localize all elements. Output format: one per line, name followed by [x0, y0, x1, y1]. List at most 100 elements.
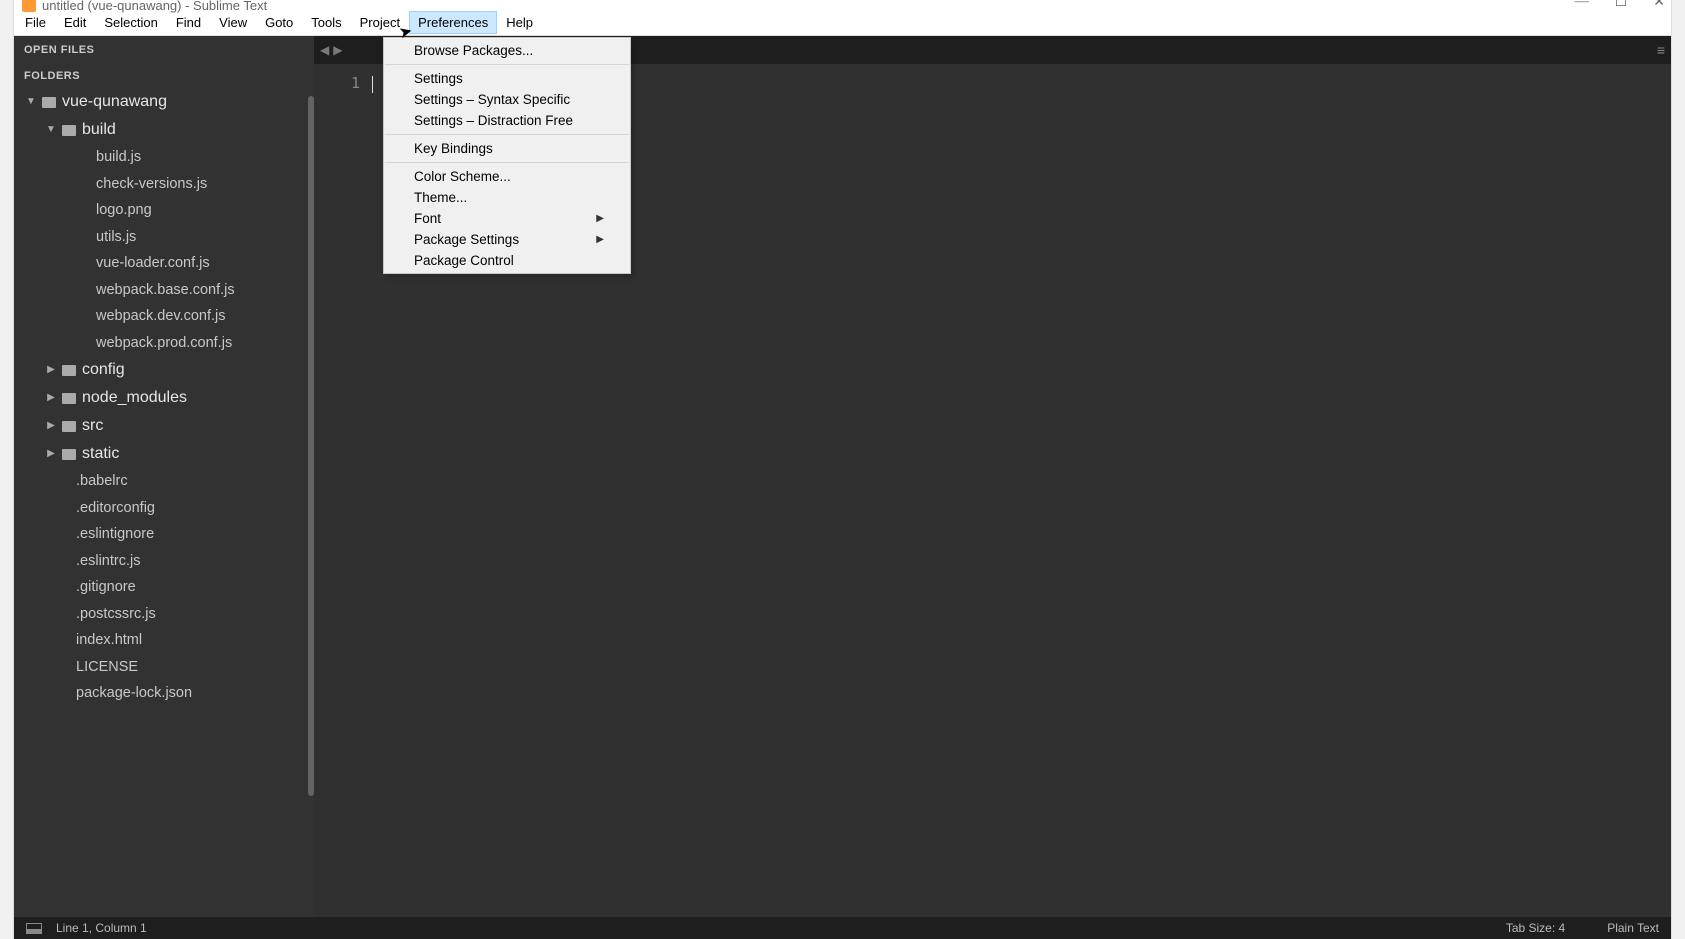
menu-item-theme[interactable]: Theme...	[384, 187, 630, 208]
submenu-arrow-icon: ▶	[596, 213, 604, 224]
file-webpack-prod-conf-js[interactable]: webpack.prod.conf.js	[20, 330, 308, 357]
tree-item-label: build.js	[96, 150, 141, 165]
menu-preferences[interactable]: Preferences	[409, 11, 497, 34]
file-gitignore[interactable]: .gitignore	[20, 574, 308, 601]
tree-item-label: .babelrc	[76, 474, 128, 489]
window-title: untitled (vue-qunawang) - Sublime Text	[42, 0, 267, 13]
file-utils-js[interactable]: utils.js	[20, 224, 308, 251]
minimize-button[interactable]: —	[1575, 0, 1589, 11]
folder-icon	[42, 97, 56, 108]
chevron-right-icon[interactable]: ▶	[46, 421, 56, 431]
menu-item-color-scheme[interactable]: Color Scheme...	[384, 166, 630, 187]
tree-item-label: logo.png	[96, 203, 152, 218]
file-package-lock-json[interactable]: package-lock.json	[20, 680, 308, 707]
tab-forward-icon[interactable]: ▶	[333, 43, 342, 57]
file-index-html[interactable]: index.html	[20, 627, 308, 654]
text-cursor	[372, 76, 373, 93]
tree-item-label: static	[82, 446, 119, 462]
gutter-line-number: 1	[314, 74, 360, 92]
menu-item-settings-syntax-specific[interactable]: Settings – Syntax Specific	[384, 89, 630, 110]
menu-view[interactable]: View	[210, 11, 256, 34]
chevron-right-icon[interactable]: ▶	[46, 365, 56, 375]
tree-item-label: config	[82, 362, 125, 378]
menu-tools[interactable]: Tools	[302, 11, 350, 34]
menu-item-font[interactable]: Font▶	[384, 208, 630, 229]
menu-separator	[385, 64, 629, 65]
file-eslintrc-js[interactable]: .eslintrc.js	[20, 548, 308, 575]
folder-tree: ▼ vue-qunawang ▼build build.js check-version…	[14, 88, 314, 717]
menu-item-settings[interactable]: Settings	[384, 68, 630, 89]
menu-item-key-bindings[interactable]: Key Bindings	[384, 138, 630, 159]
folder-static[interactable]: ▶ static	[20, 440, 308, 468]
menu-item-label: Settings	[414, 71, 463, 86]
menu-item-settings-distraction-free[interactable]: Settings – Distraction Free	[384, 110, 630, 131]
tree-item-label: vue-qunawang	[62, 94, 167, 110]
tree-item-label: node_modules	[82, 390, 187, 406]
menu-help[interactable]: Help	[497, 11, 542, 34]
menu-item-label: Settings – Distraction Free	[414, 113, 573, 128]
status-position[interactable]: Line 1, Column 1	[56, 921, 147, 935]
folder-config[interactable]: ▶ config	[20, 356, 308, 384]
tree-item-label: LICENSE	[76, 660, 138, 675]
tree-item-label: .gitignore	[76, 580, 136, 595]
status-syntax[interactable]: Plain Text	[1607, 921, 1659, 935]
tree-item-label: index.html	[76, 633, 142, 648]
menu-item-package-control[interactable]: Package Control	[384, 250, 630, 271]
maximize-button[interactable]: ☐	[1615, 0, 1628, 11]
file-webpack-base-conf-js[interactable]: webpack.base.conf.js	[20, 277, 308, 304]
chevron-down-icon[interactable]: ▼	[26, 97, 36, 107]
menu-edit[interactable]: Edit	[55, 11, 95, 34]
chevron-right-icon[interactable]: ▶	[46, 449, 56, 459]
close-button[interactable]: ✕	[1653, 0, 1665, 11]
file-build-js[interactable]: build.js	[20, 144, 308, 171]
folder-vue-qunawang[interactable]: ▼ vue-qunawang	[20, 88, 308, 116]
open-files-heading: OPEN FILES	[14, 36, 314, 62]
statusbar: Line 1, Column 1 Tab Size: 4 Plain Text	[14, 917, 1671, 939]
file-logo-png[interactable]: logo.png	[20, 197, 308, 224]
menu-item-label: Theme...	[414, 190, 467, 205]
tree-item-label: .postcssrc.js	[76, 607, 156, 622]
file-eslintignore[interactable]: .eslintignore	[20, 521, 308, 548]
menu-item-label: Color Scheme...	[414, 169, 511, 184]
tree-item-label: webpack.dev.conf.js	[96, 309, 226, 324]
menu-file[interactable]: File	[16, 11, 55, 34]
folder-icon	[62, 365, 76, 376]
tree-item-label: webpack.base.conf.js	[96, 283, 235, 298]
menu-item-browse-packages[interactable]: Browse Packages...	[384, 40, 630, 61]
menu-item-package-settings[interactable]: Package Settings▶	[384, 229, 630, 250]
folder-icon	[62, 449, 76, 460]
tab-back-icon[interactable]: ◀	[320, 43, 329, 57]
folders-heading: FOLDERS	[14, 62, 314, 88]
folder-icon	[62, 421, 76, 432]
line-gutter: 1	[314, 64, 370, 917]
tab-list-icon[interactable]: ≡	[1657, 42, 1665, 58]
titlebar[interactable]: untitled (vue-qunawang) - Sublime Text —…	[14, 0, 1671, 10]
panel-switch-icon[interactable]	[26, 923, 42, 934]
file-postcssrc-js[interactable]: .postcssrc.js	[20, 601, 308, 628]
file-vue-loader-conf-js[interactable]: vue-loader.conf.js	[20, 250, 308, 277]
menu-find[interactable]: Find	[167, 11, 210, 34]
menu-goto[interactable]: Goto	[256, 11, 302, 34]
menu-item-label: Settings – Syntax Specific	[414, 92, 570, 107]
chevron-right-icon[interactable]: ▶	[46, 393, 56, 403]
file-babelrc[interactable]: .babelrc	[20, 468, 308, 495]
file-license[interactable]: LICENSE	[20, 654, 308, 681]
folder-node-modules[interactable]: ▶ node_modules	[20, 384, 308, 412]
file-webpack-dev-conf-js[interactable]: webpack.dev.conf.js	[20, 303, 308, 330]
folder-build[interactable]: ▼build	[20, 116, 308, 144]
tree-item-label: package-lock.json	[76, 686, 192, 701]
submenu-arrow-icon: ▶	[596, 234, 604, 245]
file-check-versions-js[interactable]: check-versions.js	[20, 171, 308, 198]
tree-item-label: .eslintignore	[76, 527, 154, 542]
tree-item-label: utils.js	[96, 230, 136, 245]
folder-icon	[62, 393, 76, 404]
file-editorconfig[interactable]: .editorconfig	[20, 495, 308, 522]
status-tabsize[interactable]: Tab Size: 4	[1506, 921, 1565, 935]
tree-item-label: .editorconfig	[76, 501, 155, 516]
left-os-edge	[0, 0, 14, 939]
chevron-down-icon[interactable]: ▼	[46, 125, 56, 135]
sidebar: OPEN FILES FOLDERS ▼ vue-qunawang ▼build bu…	[14, 36, 314, 917]
folder-src[interactable]: ▶src	[20, 412, 308, 440]
tree-item-label: webpack.prod.conf.js	[96, 336, 232, 351]
menu-selection[interactable]: Selection	[95, 11, 166, 34]
